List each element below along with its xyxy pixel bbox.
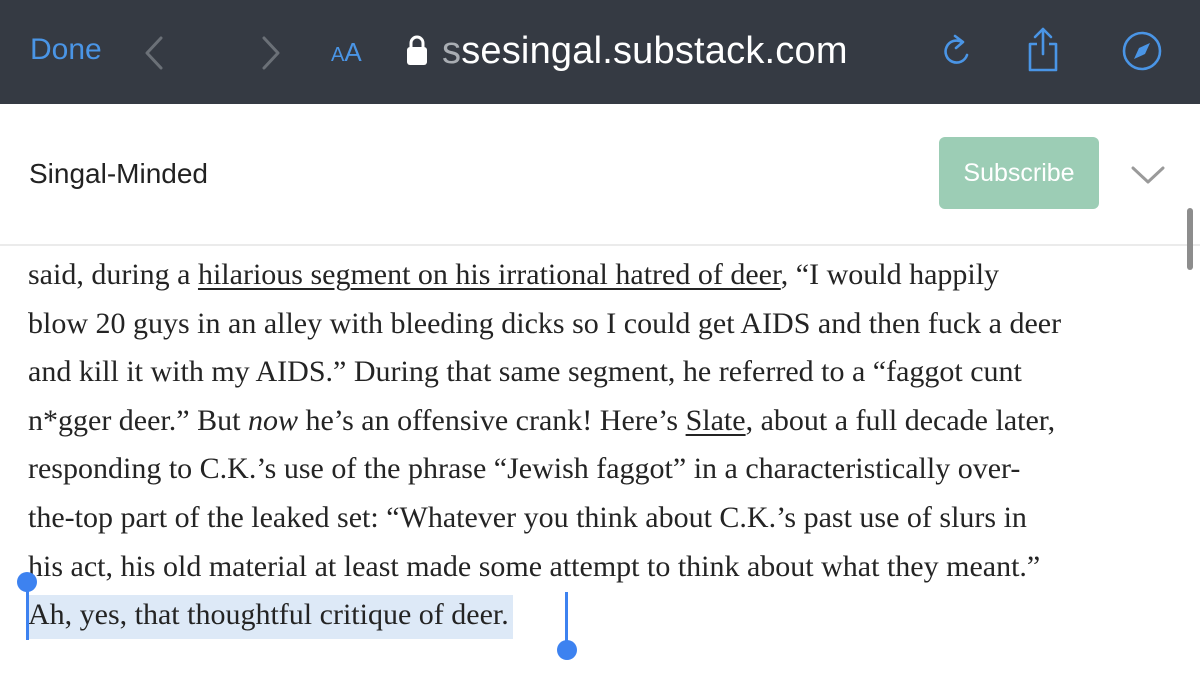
chevron-down-icon[interactable] xyxy=(1130,160,1166,190)
text-span: said, during a xyxy=(28,258,198,291)
chevron-left-icon[interactable] xyxy=(142,35,166,71)
segment-link[interactable]: hilarious segment on his irrational hatr… xyxy=(198,258,781,291)
url-bar[interactable]: ssesingal.substack.com xyxy=(442,26,848,76)
paragraph-line: said, during a hilarious segment on his … xyxy=(28,251,1188,300)
done-button[interactable]: Done xyxy=(30,30,102,70)
url-text: sesingal.substack.com xyxy=(461,30,848,72)
paragraph-line: Ah, yes, that thoughtful critique of dee… xyxy=(26,591,1188,640)
emphasis-text: now xyxy=(247,403,298,437)
selection-start-caret[interactable] xyxy=(26,582,29,640)
paragraph-line: responding to C.K.’s use of the phrase “… xyxy=(28,452,1021,486)
paragraph-line: his act, his old material at least made … xyxy=(28,549,1041,583)
text-span: , “I would happily xyxy=(780,258,1000,291)
paragraph-line: n*gger deer.” But now he’s an offensive … xyxy=(28,397,1188,446)
share-icon[interactable] xyxy=(1025,26,1061,74)
site-title[interactable]: Singal-Minded xyxy=(29,157,208,191)
slate-link[interactable]: Slate xyxy=(686,404,746,437)
article-body: said, during a hilarious segment on his … xyxy=(26,251,1188,640)
paragraph-line: blow 20 guys in an alley with bleeding d… xyxy=(28,306,1062,340)
compass-icon[interactable] xyxy=(1121,30,1163,72)
selected-text[interactable]: Ah, yes, that thoughtful critique of dee… xyxy=(26,595,513,640)
paragraph-line: the-top part of the leaked set: “Whateve… xyxy=(28,500,1027,534)
url-faded-text: s xyxy=(442,30,462,72)
text-size-large-label: A xyxy=(344,37,362,67)
header-divider xyxy=(0,244,1200,246)
chevron-right-icon[interactable] xyxy=(259,35,283,71)
text-size-button[interactable]: AA xyxy=(331,34,362,75)
lock-icon xyxy=(407,35,427,65)
paragraph-line: and kill it with my AIDS.” During that s… xyxy=(28,355,1022,389)
reload-icon[interactable] xyxy=(940,33,974,71)
text-span: , about a full decade later, xyxy=(745,403,1056,437)
selection-end-handle[interactable] xyxy=(557,640,577,660)
text-span: he’s an offensive crank! Here’s xyxy=(297,403,686,437)
text-size-small-label: A xyxy=(331,44,345,66)
browser-toolbar: Done AA ssesingal.substack.com xyxy=(0,0,1200,104)
text-span: n*gger deer.” But xyxy=(28,403,248,437)
subscribe-button[interactable]: Subscribe xyxy=(939,137,1099,209)
